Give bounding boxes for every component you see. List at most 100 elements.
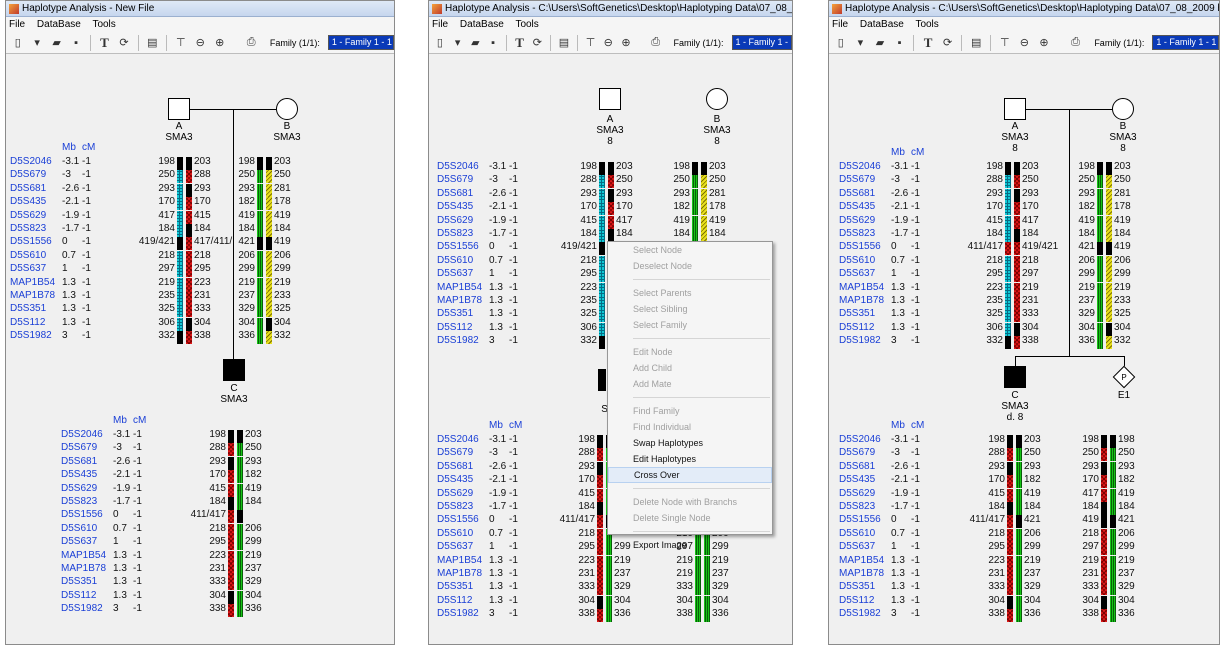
menu-database[interactable]: DataBase [37,19,81,30]
marker-name[interactable]: D5S1982 [437,608,479,619]
haplotype-bar-1[interactable] [599,188,605,202]
haplotype-bar-1[interactable] [599,296,605,309]
haplotype-bar-1[interactable] [257,277,263,291]
marker-name[interactable]: D5S823 [839,501,875,512]
haplotype-bar-2[interactable] [266,157,272,170]
haplotype-bar-2[interactable] [1014,336,1020,350]
haplotype-bar-1[interactable] [257,170,263,184]
haplotype-bar-1[interactable] [597,435,603,448]
haplotype-bar-1[interactable] [1005,215,1011,229]
haplotype-bar-2[interactable] [704,555,710,569]
pedigree-icon[interactable]: ⊤ [996,34,1014,52]
haplotype-bar-2[interactable] [237,483,243,497]
haplotype-bar-1[interactable] [597,582,603,596]
haplotype-bar-1[interactable] [228,577,234,591]
haplotype-bar-1[interactable] [228,497,234,510]
marker-name[interactable]: D5S1982 [10,330,52,341]
haplotype-bar-2[interactable] [1106,269,1112,283]
haplotype-bar-2[interactable] [1110,435,1116,448]
marker-name[interactable]: D5S112 [839,595,874,606]
context-menu-item[interactable]: Select Parents [608,285,772,301]
haplotype-bar-1[interactable] [1007,609,1013,623]
haplotype-bar-1[interactable] [1007,435,1013,448]
dropdown-arrow-icon[interactable]: ▾ [852,34,870,52]
haplotype-bar-1[interactable] [177,197,183,211]
haplotype-bar-2[interactable] [701,215,707,229]
context-menu-item[interactable]: Deselect Node [608,258,772,274]
haplotype-bar-2[interactable] [1110,595,1116,609]
marker-name[interactable]: D5S351 [437,308,473,319]
haplotype-bar-2[interactable] [237,470,243,484]
individual-c-symbol[interactable] [598,369,606,391]
marker-name[interactable]: D5S637 [10,263,46,274]
marker-name[interactable]: D5S112 [437,322,472,333]
haplotype-bar-1[interactable] [597,542,603,556]
export-icon[interactable]: ▤ [967,34,985,52]
haplotype-bar-1[interactable] [1101,569,1107,582]
marker-name[interactable]: D5S610 [839,528,875,539]
haplotype-bar-2[interactable] [1106,175,1112,189]
haplotype-bar-1[interactable] [695,569,701,582]
text-icon[interactable]: T [96,34,113,52]
haplotype-bar-2[interactable] [1016,435,1022,448]
haplotype-bar-1[interactable] [257,264,263,278]
marker-name[interactable]: D5S1982 [61,603,103,614]
marker-name[interactable]: D5S2046 [10,156,52,167]
haplotype-bar-1[interactable] [1101,448,1107,462]
haplotype-bar-2[interactable] [266,237,272,251]
haplotype-bar-2[interactable] [704,569,710,582]
haplotype-bar-2[interactable] [1016,555,1022,569]
haplotype-bar-1[interactable] [177,183,183,197]
haplotype-bar-1[interactable] [228,523,234,537]
save-icon[interactable]: ▪ [891,34,909,52]
haplotype-bar-2[interactable] [1014,242,1020,256]
haplotype-bar-2[interactable] [606,595,612,609]
marker-name[interactable]: D5S637 [839,541,875,552]
individual-c-symbol[interactable] [223,359,245,381]
haplotype-bar-2[interactable] [1016,569,1022,582]
haplotype-bar-2[interactable] [266,317,272,331]
haplotype-bar-2[interactable] [237,564,243,577]
haplotype-bar-2[interactable] [186,291,192,304]
haplotype-bar-1[interactable] [1005,242,1011,256]
haplotype-bar-1[interactable] [597,461,603,475]
haplotype-bar-2[interactable] [1110,461,1116,475]
haplotype-bar-1[interactable] [597,609,603,623]
haplotype-bar-2[interactable] [1110,448,1116,462]
haplotype-bar-1[interactable] [257,224,263,237]
marker-name[interactable]: D5S2046 [437,434,479,445]
haplotype-bar-2[interactable] [1014,162,1020,175]
marker-name[interactable]: MAP1B54 [839,282,884,293]
marker-name[interactable]: D5S637 [839,268,875,279]
context-menu-item[interactable]: Find Individual [608,419,772,435]
haplotype-bar-2[interactable] [606,569,612,582]
marker-name[interactable]: D5S2046 [61,429,103,440]
menu-tools[interactable]: Tools [92,19,115,30]
haplotype-bar-2[interactable] [1016,609,1022,623]
haplotype-bar-2[interactable] [1110,582,1116,596]
haplotype-bar-2[interactable] [701,188,707,202]
haplotype-bar-1[interactable] [1097,202,1103,216]
haplotype-bar-1[interactable] [599,309,605,323]
pedigree-icon[interactable]: ⊤ [583,34,599,52]
haplotype-bar-1[interactable] [228,510,234,524]
haplotype-bar-1[interactable] [1097,255,1103,269]
haplotype-bar-1[interactable] [1097,215,1103,229]
marker-name[interactable]: D5S823 [61,496,97,507]
marker-name[interactable]: MAP1B78 [839,295,884,306]
haplotype-bar-1[interactable] [599,242,605,256]
haplotype-bar-1[interactable] [228,564,234,577]
haplotype-bar-2[interactable] [237,523,243,537]
haplotype-bar-1[interactable] [599,162,605,175]
marker-name[interactable]: D5S351 [437,581,473,592]
haplotype-bar-1[interactable] [1007,528,1013,542]
haplotype-bar-2[interactable] [186,157,192,170]
marker-name[interactable]: D5S1556 [437,514,479,525]
open-folder-icon[interactable]: ▰ [48,34,65,52]
haplotype-bar-1[interactable] [228,470,234,484]
haplotype-bar-1[interactable] [228,604,234,618]
marker-name[interactable]: D5S351 [61,576,97,587]
haplotype-bar-2[interactable] [608,215,614,229]
haplotype-bar-1[interactable] [1101,582,1107,596]
haplotype-bar-1[interactable] [1101,502,1107,515]
